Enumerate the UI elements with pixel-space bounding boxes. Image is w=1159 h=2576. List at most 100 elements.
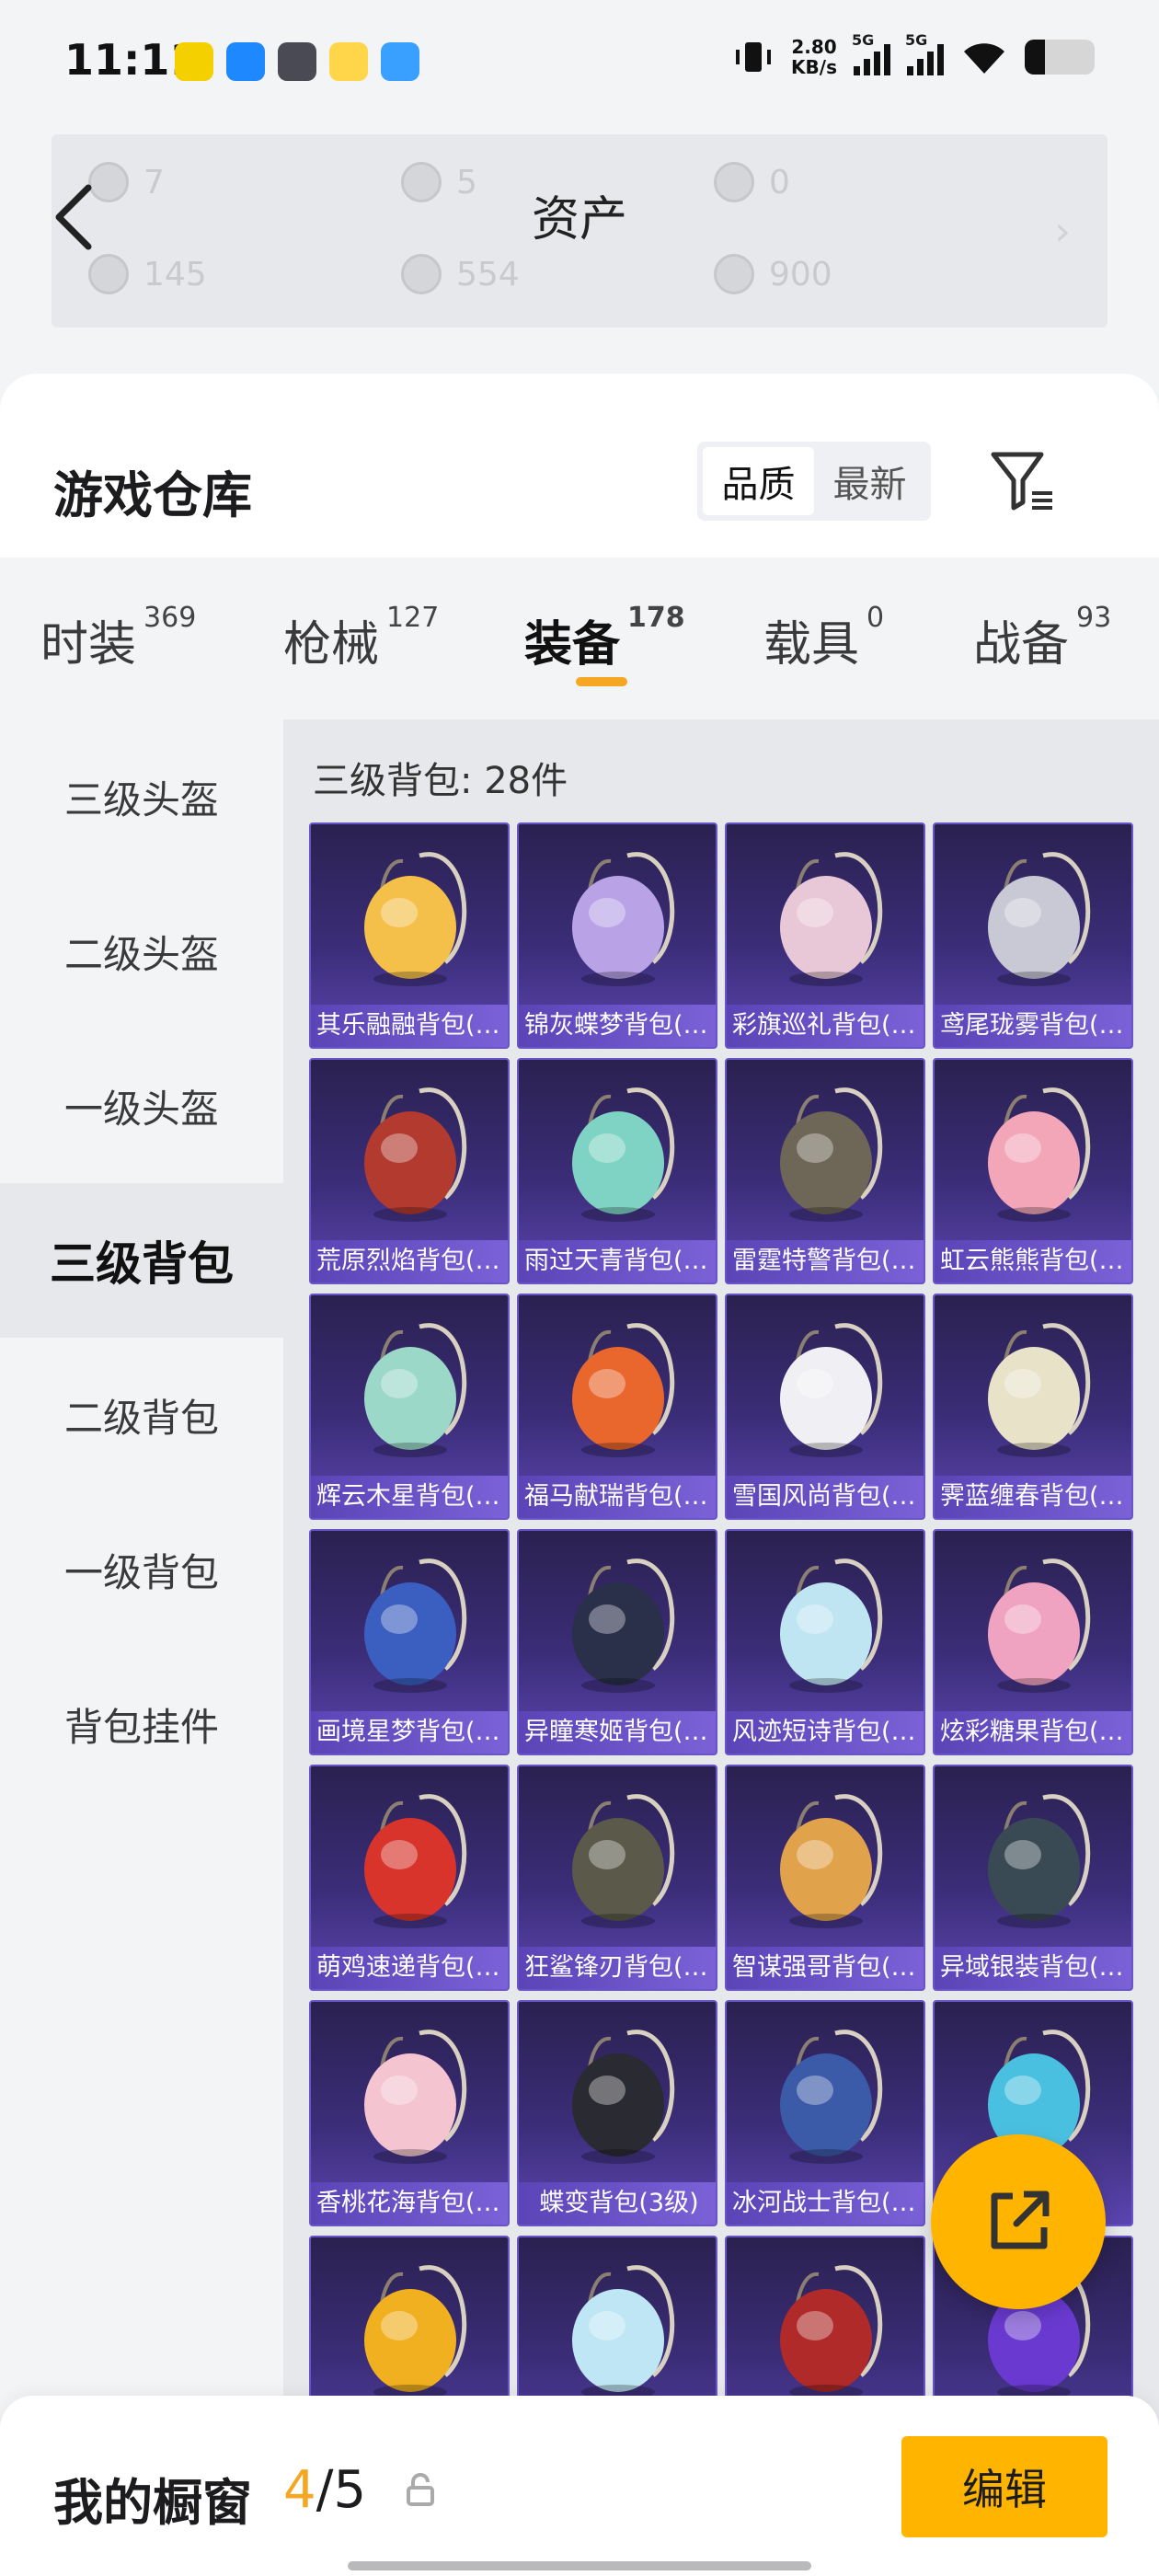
- tab-fashion[interactable]: 时装 369: [40, 602, 196, 674]
- item-card[interactable]: 萌鸡速递背包(3级): [309, 1765, 510, 1991]
- app-notification-icon: [381, 42, 419, 81]
- lock-icon: [407, 2473, 434, 2506]
- item-card-label: 风迹短诗背包(3级): [727, 1711, 924, 1754]
- signal-icon: 5G: [905, 31, 944, 75]
- side-item-lv1-backpack[interactable]: 一级背包: [0, 1492, 283, 1647]
- backpack-icon: [364, 2030, 467, 2164]
- currency-icon: [714, 254, 754, 294]
- item-card[interactable]: 异域银装背包(3级): [933, 1765, 1133, 1991]
- grid-header: 三级背包: 28件: [313, 760, 568, 802]
- backpack-icon: [988, 1323, 1091, 1457]
- backpack-icon: [572, 1087, 675, 1222]
- app-notification-icon: [226, 42, 265, 81]
- item-card[interactable]: 炫彩糖果背包(3级): [933, 1529, 1133, 1755]
- item-card-label: 异域银装背包(3级): [935, 1947, 1131, 1989]
- subcategory-nav: 三级头盔 二级头盔 一级头盔 三级背包 二级背包 一级背包 背包挂件: [0, 719, 283, 2576]
- item-card-label: 虹云熊熊背包(3级): [935, 1240, 1131, 1282]
- item-card-label: 香桃花海背包(3级): [311, 2182, 508, 2225]
- side-item-lv3-helmet[interactable]: 三级头盔: [0, 719, 283, 874]
- item-card[interactable]: 彩旗巡礼背包(3级): [725, 822, 925, 1049]
- share-button[interactable]: [931, 2134, 1106, 2309]
- backpack-icon: [780, 1558, 883, 1693]
- item-card[interactable]: 鸢尾珑雾背包(3级): [933, 822, 1133, 1049]
- item-card-label: 蝶变背包(3级): [519, 2182, 716, 2225]
- item-card[interactable]: 锦灰蝶梦背包(3级): [517, 822, 717, 1049]
- item-card-label: 鸢尾珑雾背包(3级): [935, 1005, 1131, 1047]
- item-card-label: 炫彩糖果背包(3级): [935, 1711, 1131, 1754]
- item-card-label: 雷霆特警背包(3级): [727, 1240, 924, 1282]
- backpack-icon: [780, 2030, 883, 2164]
- currency-icon: [401, 254, 442, 294]
- home-indicator[interactable]: [348, 2561, 811, 2570]
- backpack-icon: [780, 1087, 883, 1222]
- item-card[interactable]: 雷霆特警背包(3级): [725, 1058, 925, 1284]
- item-card[interactable]: 雪国风尚背包(3级): [725, 1294, 925, 1520]
- filter-icon[interactable]: [988, 447, 1058, 517]
- app-notification-icon: [329, 42, 368, 81]
- battery-icon: [1025, 40, 1095, 75]
- item-card-label: 异瞳寒姬背包(3级): [519, 1711, 716, 1754]
- backpack-icon: [780, 1323, 883, 1457]
- item-card[interactable]: 画境星梦背包(3级): [309, 1529, 510, 1755]
- sort-option-quality[interactable]: 品质: [703, 447, 814, 515]
- backpack-icon: [364, 1558, 467, 1693]
- item-card[interactable]: 辉云木星背包(3级): [309, 1294, 510, 1520]
- backpack-icon: [364, 1087, 467, 1222]
- edit-button[interactable]: 编辑: [901, 2436, 1107, 2537]
- side-item-lv3-backpack[interactable]: 三级背包: [0, 1183, 283, 1338]
- item-card[interactable]: 其乐融融背包(3级): [309, 822, 510, 1049]
- showcase-label: 我的橱窗: [53, 2474, 252, 2532]
- backpack-icon: [364, 852, 467, 986]
- signal-icon: 5G: [852, 31, 890, 75]
- item-card[interactable]: 福马献瑞背包(3级): [517, 1294, 717, 1520]
- showcase-count: 4/5: [283, 2460, 367, 2520]
- backpack-icon: [780, 852, 883, 986]
- item-card-label: 雪国风尚背包(3级): [727, 1476, 924, 1518]
- item-card[interactable]: 狂鲨锋刃背包(3级): [517, 1765, 717, 1991]
- tab-vehicles[interactable]: 载具 0: [763, 602, 884, 674]
- item-card-label: 彩旗巡礼背包(3级): [727, 1005, 924, 1047]
- backpack-icon: [780, 2265, 883, 2399]
- item-card[interactable]: 霁蓝缠春背包(3级): [933, 1294, 1133, 1520]
- vibrate-icon: [736, 42, 772, 72]
- backpack-icon: [988, 1558, 1091, 1693]
- item-card[interactable]: 蝶变背包(3级): [517, 2000, 717, 2226]
- item-card-label: 辉云木星背包(3级): [311, 1476, 508, 1518]
- item-card-label: 智谋强哥背包(3级): [727, 1947, 924, 1989]
- currency-icon: [88, 254, 129, 294]
- item-card[interactable]: 智谋强哥背包(3级): [725, 1765, 925, 1991]
- tab-equipment[interactable]: 装备 178: [524, 602, 685, 674]
- item-card[interactable]: 冰河战士背包(3级): [725, 2000, 925, 2226]
- sort-option-latest[interactable]: 最新: [814, 447, 925, 515]
- side-item-backpack-pendant[interactable]: 背包挂件: [0, 1647, 283, 1801]
- backpack-icon: [572, 1323, 675, 1457]
- network-speed: 2.80 KB/s: [791, 36, 837, 78]
- item-card[interactable]: 香桃花海背包(3级): [309, 2000, 510, 2226]
- page-title: 资产: [531, 192, 627, 247]
- side-item-lv2-backpack[interactable]: 二级背包: [0, 1338, 283, 1492]
- item-card-label: 画境星梦背包(3级): [311, 1711, 508, 1754]
- side-item-lv1-helmet[interactable]: 一级头盔: [0, 1029, 283, 1183]
- backpack-icon: [572, 1794, 675, 1928]
- status-bar: 11:11 2.80 KB/s 5G 5G: [0, 0, 1159, 129]
- app-notification-icon: [278, 42, 316, 81]
- item-card-label: 福马献瑞背包(3级): [519, 1476, 716, 1518]
- tab-firearms[interactable]: 枪械 127: [283, 602, 439, 674]
- item-card[interactable]: 风迹短诗背包(3级): [725, 1529, 925, 1755]
- asset-item: 554: [401, 254, 520, 294]
- share-icon: [991, 2191, 1050, 2249]
- item-card[interactable]: 异瞳寒姬背包(3级): [517, 1529, 717, 1755]
- item-card[interactable]: 虹云熊熊背包(3级): [933, 1058, 1133, 1284]
- active-tab-indicator: [576, 677, 627, 686]
- backpack-icon: [364, 1323, 467, 1457]
- asset-item: 900: [714, 254, 832, 294]
- item-card-label: 荒原烈焰背包(3级): [311, 1240, 508, 1282]
- item-card[interactable]: 荒原烈焰背包(3级): [309, 1058, 510, 1284]
- item-card[interactable]: 雨过天青背包(3级): [517, 1058, 717, 1284]
- backpack-icon: [988, 852, 1091, 986]
- backpack-icon: [988, 1794, 1091, 1928]
- side-item-lv2-helmet[interactable]: 二级头盔: [0, 874, 283, 1029]
- item-card-label: 狂鲨锋刃背包(3级): [519, 1947, 716, 1989]
- tab-battle-gear[interactable]: 战备 93: [973, 602, 1111, 674]
- notification-icons: [175, 42, 419, 81]
